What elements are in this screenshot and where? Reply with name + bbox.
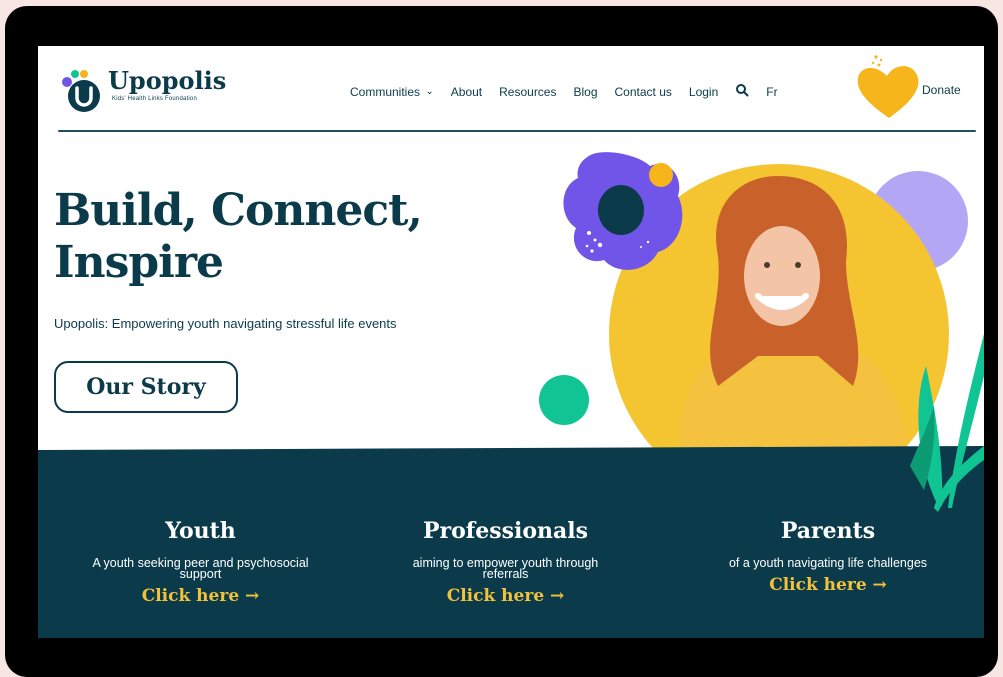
audience-desc-line2: referrals (482, 567, 529, 581)
green-circle (539, 375, 589, 425)
audience-parents: Parents of a youth navigating life chall… (688, 518, 968, 595)
audience-youth: Youth A youth seeking peer and psychosoc… (63, 518, 338, 606)
audience-desc: of a youth navigating life challenges (728, 556, 928, 570)
audience-title: Youth (165, 518, 236, 544)
audience-desc: aiming to empower youth through referral… (373, 557, 638, 581)
audience-section: Youth A youth seeking peer and psychosoc… (38, 450, 984, 638)
small-yellow-dot (649, 163, 673, 187)
audience-desc-line2: support (179, 567, 222, 581)
professionals-click-here-link[interactable]: Click here → (373, 586, 638, 606)
parents-click-here-link[interactable]: Click here → (688, 575, 968, 595)
audience-desc: A youth seeking peer and psychosocial su… (63, 557, 338, 581)
audience-professionals: Professionals aiming to empower youth th… (373, 518, 638, 606)
browser-viewport: Upopolis Kids' Health Links Foundation C… (38, 46, 984, 638)
audience-title: Parents (780, 518, 876, 544)
audience-title: Professionals (422, 518, 589, 544)
youth-click-here-link[interactable]: Click here → (63, 586, 338, 606)
